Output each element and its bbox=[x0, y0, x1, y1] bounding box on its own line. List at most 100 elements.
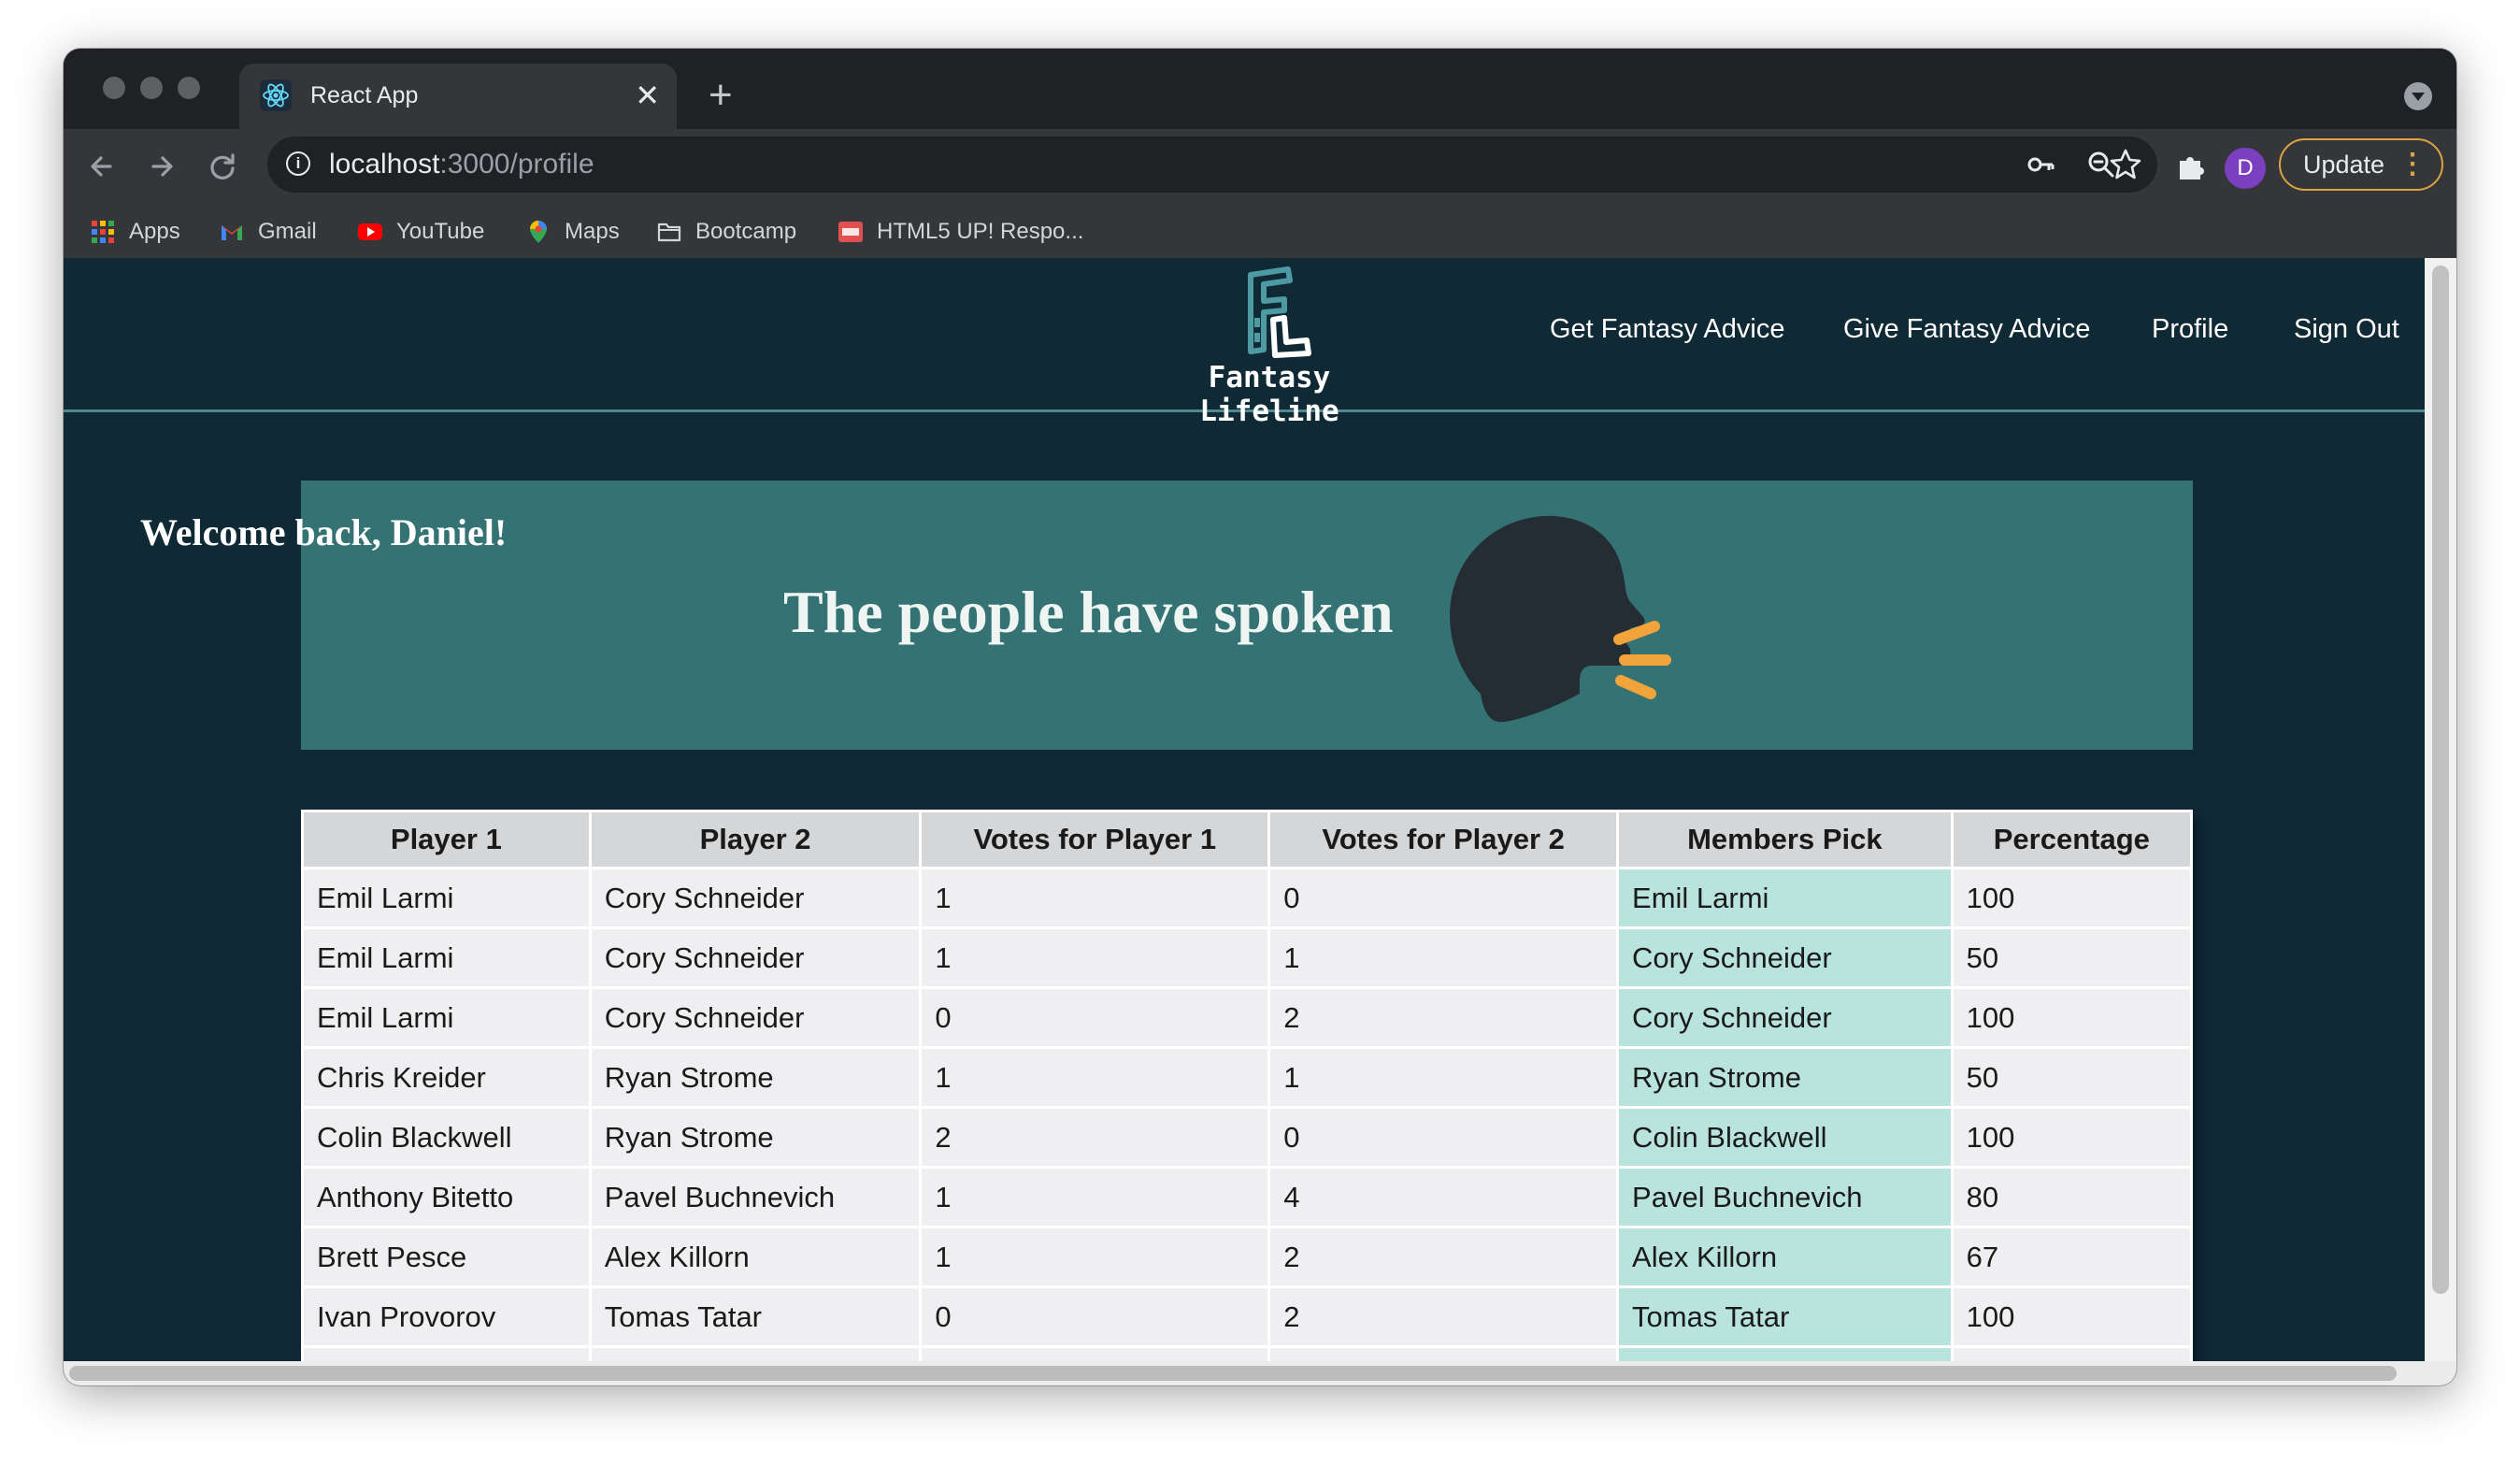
bookmark-youtube[interactable]: YouTube bbox=[357, 213, 484, 251]
nav-get-fantasy-advice[interactable]: Get Fantasy Advice bbox=[1550, 314, 1784, 345]
cell-votes-player-1: 1 bbox=[922, 929, 1268, 986]
profile-avatar[interactable]: D bbox=[2225, 148, 2266, 189]
back-button[interactable] bbox=[82, 146, 123, 187]
cell-percentage: 50 bbox=[1953, 929, 2190, 986]
table-row: Emil Larmi Cory Schneider 0 2 Cory Schneider… bbox=[304, 989, 2190, 1046]
cell-percentage bbox=[1953, 1348, 2190, 1361]
site-header: Fantasy Lifeline Get Fantasy Advice Give… bbox=[64, 258, 2425, 428]
cell-player-2: Ryan Strome bbox=[591, 1049, 920, 1106]
back-arrow-icon bbox=[91, 156, 112, 177]
cell-player-1: Chris Kreider bbox=[304, 1049, 589, 1106]
more-menu-icon[interactable]: ⋮ bbox=[2398, 140, 2427, 189]
cell-player-1: Emil Larmi bbox=[304, 869, 589, 926]
cell-votes-player-1: 0 bbox=[922, 1288, 1268, 1345]
header-members-pick[interactable]: Members Pick bbox=[1619, 812, 1951, 867]
tab-close-icon[interactable]: ✕ bbox=[635, 77, 660, 114]
nav-profile[interactable]: Profile bbox=[2152, 314, 2228, 345]
update-button[interactable]: Update ⋮ bbox=[2279, 138, 2443, 191]
bookmarks-bar: Apps Gmail YouTube Maps Bootcamp HTML5 U… bbox=[64, 206, 2456, 259]
new-tab-button[interactable]: + bbox=[709, 75, 733, 116]
cell-votes-player-1: 1 bbox=[922, 1169, 1268, 1226]
browser-window: React App ✕ + i localhost:3000/profile D… bbox=[64, 49, 2456, 1385]
url-path: :3000/profile bbox=[439, 149, 594, 179]
votes-table-container: Player 1 Player 2 Votes for Player 1 Vot… bbox=[301, 810, 2193, 1361]
horizontal-scroll-thumb[interactable] bbox=[69, 1366, 2397, 1381]
cell-player-2 bbox=[591, 1348, 920, 1361]
bookmark-star-icon[interactable] bbox=[2107, 146, 2144, 183]
logo-text: Fantasy Lifeline bbox=[1199, 361, 1339, 428]
bookmark-label: HTML5 UP! Respo... bbox=[877, 219, 1084, 244]
bookmark-bootcamp[interactable]: Bootcamp bbox=[656, 213, 796, 251]
cell-members-pick: Emil Larmi bbox=[1619, 869, 1951, 926]
cell-player-1: Brett Pesce bbox=[304, 1228, 589, 1285]
window-close-dot[interactable] bbox=[103, 77, 125, 99]
cell-player-2: Cory Schneider bbox=[591, 929, 920, 986]
cell-votes-player-2: 0 bbox=[1270, 869, 1617, 926]
hero-banner: The people have spoken bbox=[301, 481, 2193, 750]
window-minimize-dot[interactable] bbox=[140, 77, 163, 99]
extensions-puzzle-icon[interactable] bbox=[2170, 146, 2212, 187]
tab-search-button[interactable] bbox=[2404, 82, 2432, 110]
table-row: Colin Blackwell Ryan Strome 2 0 Colin Blackw… bbox=[304, 1109, 2190, 1166]
header-percentage[interactable]: Percentage bbox=[1953, 812, 2190, 867]
speaking-head-icon bbox=[1450, 515, 1671, 723]
cell-player-2: Cory Schneider bbox=[591, 989, 920, 1046]
site-info-icon[interactable]: i bbox=[286, 151, 310, 176]
table-row: Ivan Provorov Tomas Tatar 0 2 Tomas Tatar 100 bbox=[304, 1288, 2190, 1345]
address-bar[interactable]: i localhost:3000/profile bbox=[267, 136, 2157, 193]
cell-percentage: 100 bbox=[1953, 869, 2190, 926]
header-player-2[interactable]: Player 2 bbox=[591, 812, 920, 867]
cell-player-1: Emil Larmi bbox=[304, 989, 589, 1046]
web-page: Fantasy Lifeline Get Fantasy Advice Give… bbox=[64, 258, 2425, 1361]
cell-percentage: 67 bbox=[1953, 1228, 2190, 1285]
cell-percentage: 100 bbox=[1953, 989, 2190, 1046]
gmail-icon bbox=[222, 225, 242, 240]
cell-members-pick bbox=[1619, 1348, 1951, 1361]
cell-player-2: Alex Killorn bbox=[591, 1228, 920, 1285]
cell-votes-player-2: 1 bbox=[1270, 929, 1617, 986]
table-row: Chris Kreider Ryan Strome 1 1 Ryan Strome 50 bbox=[304, 1049, 2190, 1106]
bookmark-maps[interactable]: Maps bbox=[525, 213, 620, 251]
cell-votes-player-1: 0 bbox=[922, 989, 1268, 1046]
cell-percentage: 50 bbox=[1953, 1049, 2190, 1106]
bookmark-gmail[interactable]: Gmail bbox=[219, 213, 317, 251]
table-row bbox=[304, 1348, 2190, 1361]
html5up-icon bbox=[838, 222, 863, 242]
window-zoom-dot[interactable] bbox=[178, 77, 200, 99]
bookmark-label: YouTube bbox=[396, 219, 485, 244]
update-label: Update bbox=[2303, 151, 2385, 179]
browser-tab[interactable]: React App ✕ bbox=[239, 64, 677, 129]
bookmark-label: Maps bbox=[565, 219, 620, 244]
cell-votes-player-1: 1 bbox=[922, 869, 1268, 926]
cell-members-pick: Pavel Buchnevich bbox=[1619, 1169, 1951, 1226]
horizontal-scrollbar[interactable] bbox=[64, 1361, 2456, 1385]
cell-player-2: Ryan Strome bbox=[591, 1109, 920, 1166]
url-text[interactable]: localhost:3000/profile bbox=[329, 149, 594, 180]
key-icon[interactable] bbox=[2023, 146, 2060, 183]
cell-votes-player-1: 1 bbox=[922, 1228, 1268, 1285]
cell-votes-player-1: 1 bbox=[922, 1049, 1268, 1106]
nav-sign-out[interactable]: Sign Out bbox=[2294, 314, 2399, 345]
bookmark-html5up[interactable]: HTML5 UP! Respo... bbox=[838, 213, 1083, 251]
nav-give-fantasy-advice[interactable]: Give Fantasy Advice bbox=[1843, 314, 2090, 345]
cell-votes-player-1: 2 bbox=[922, 1109, 1268, 1166]
cell-members-pick: Ryan Strome bbox=[1619, 1049, 1951, 1106]
site-logo[interactable]: Fantasy Lifeline bbox=[1148, 264, 1391, 428]
vertical-scroll-thumb[interactable] bbox=[2432, 266, 2449, 1294]
cell-player-1: Emil Larmi bbox=[304, 929, 589, 986]
reload-button[interactable] bbox=[202, 146, 243, 187]
cell-votes-player-2: 0 bbox=[1270, 1109, 1617, 1166]
header-player-1[interactable]: Player 1 bbox=[304, 812, 589, 867]
vertical-scrollbar[interactable] bbox=[2425, 258, 2456, 1361]
browser-toolbar: i localhost:3000/profile D Update ⋮ bbox=[64, 129, 2456, 206]
cell-player-2: Pavel Buchnevich bbox=[591, 1169, 920, 1226]
fantasy-lifeline-logo-icon bbox=[1248, 266, 1311, 358]
table-row: Emil Larmi Cory Schneider 1 1 Cory Schneider… bbox=[304, 929, 2190, 986]
table-row: Anthony Bitetto Pavel Buchnevich 1 4 Pavel B… bbox=[304, 1169, 2190, 1226]
cell-votes-player-2: 4 bbox=[1270, 1169, 1617, 1226]
header-votes-player-1[interactable]: Votes for Player 1 bbox=[922, 812, 1268, 867]
cell-members-pick: Cory Schneider bbox=[1619, 989, 1951, 1046]
bookmark-apps[interactable]: Apps bbox=[90, 213, 180, 251]
forward-button[interactable] bbox=[142, 146, 183, 187]
header-votes-player-2[interactable]: Votes for Player 2 bbox=[1270, 812, 1617, 867]
